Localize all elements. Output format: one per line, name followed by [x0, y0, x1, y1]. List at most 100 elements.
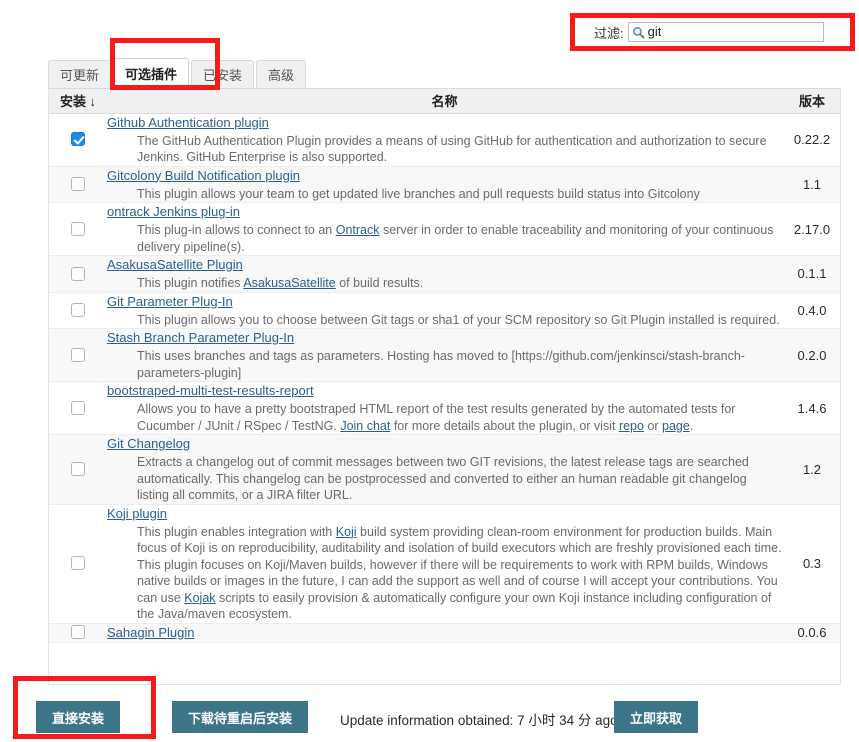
- column-header-name[interactable]: 名称: [107, 89, 782, 114]
- table-row[interactable]: Sahagin Plugin 0.0.6: [49, 623, 840, 643]
- description-text: .: [689, 418, 694, 433]
- install-checkbox[interactable]: [71, 556, 85, 571]
- plugin-description: This plugin notifies AsakusaSatellite of…: [107, 275, 782, 292]
- tab-available[interactable]: 可选插件: [113, 58, 190, 88]
- plugin-version: 0.2.0: [782, 328, 840, 382]
- plugin-description: The GitHub Authentication Plugin provide…: [107, 133, 782, 166]
- plugin-title-link[interactable]: ontrack Jenkins plug-in: [107, 204, 240, 219]
- install-checkbox[interactable]: [71, 625, 85, 640]
- plugin-title-link[interactable]: Sahagin Plugin: [107, 625, 194, 640]
- search-input[interactable]: git: [627, 22, 824, 42]
- update-status-text: Update information obtained: 7 小时 34 分 a…: [340, 713, 618, 728]
- table-row[interactable]: ontrack Jenkins plug-in This plug-in allo…: [49, 202, 840, 256]
- column-header-version[interactable]: 版本: [782, 89, 840, 114]
- plugin-name-cell: Gitcolony Build Notification plugin This …: [107, 166, 782, 203]
- filter-area: 过滤: git: [594, 22, 824, 42]
- tab-installed[interactable]: 已安装: [191, 60, 255, 88]
- plugin-manager-page: 过滤: git 可更新 可选插件 已安装 高级 安装 ↓ 名称 版本 Githu…: [0, 0, 859, 742]
- plugin-version: 1.4.6: [782, 381, 840, 435]
- tab-updates[interactable]: 可更新: [48, 60, 112, 88]
- install-checkbox-cell: [49, 255, 107, 293]
- plugin-name-cell: Git Parameter Plug-In This plugin allows …: [107, 292, 782, 329]
- install-checkbox[interactable]: [71, 221, 85, 236]
- table-row[interactable]: Koji plugin This plugin enables integrati…: [49, 504, 840, 624]
- install-checkbox[interactable]: [71, 347, 85, 362]
- plugin-table: 安装 ↓ 名称 版本 Github Authentication plugin T…: [49, 89, 840, 643]
- install-checkbox-cell: [49, 504, 107, 624]
- plugin-title-link[interactable]: Gitcolony Build Notification plugin: [107, 168, 300, 183]
- tab-advanced[interactable]: 高级: [256, 60, 307, 88]
- description-text: This plug-in allows to connect to an: [137, 223, 336, 237]
- description-text: This uses branches and tags as parameter…: [137, 349, 745, 380]
- description-text: for more details about the plugin, or vi…: [390, 418, 619, 433]
- search-icon: [632, 26, 645, 39]
- check-now-button[interactable]: 立即获取: [614, 701, 699, 733]
- install-checkbox-cell: [49, 292, 107, 329]
- plugin-table-container: 安装 ↓ 名称 版本 Github Authentication plugin T…: [48, 88, 841, 685]
- plugin-version: 0.3: [782, 504, 840, 624]
- description-link[interactable]: Ontrack: [336, 223, 380, 237]
- table-row[interactable]: Gitcolony Build Notification plugin This …: [49, 166, 840, 203]
- install-checkbox[interactable]: [71, 177, 85, 192]
- description-text: This plugin allows you to choose between…: [137, 312, 780, 327]
- plugin-title-link[interactable]: Git Changelog: [107, 436, 190, 451]
- plugin-title-link[interactable]: Stash Branch Parameter Plug-In: [107, 330, 294, 345]
- install-checkbox[interactable]: [71, 303, 85, 318]
- plugin-description: This uses branches and tags as parameter…: [107, 348, 782, 381]
- table-header-row: 安装 ↓ 名称 版本: [49, 89, 840, 114]
- table-row[interactable]: Github Authentication plugin The GitHub A…: [49, 113, 840, 167]
- plugin-version: 1.2: [782, 434, 840, 505]
- plugin-version: 0.1.1: [782, 255, 840, 293]
- plugin-name-cell: Git Changelog Extracts a changelog out of…: [107, 434, 782, 505]
- install-checkbox[interactable]: [71, 400, 85, 415]
- plugin-name-cell: bootstraped-multi-test-results-report All…: [107, 381, 782, 435]
- table-row[interactable]: Git Parameter Plug-In This plugin allows …: [49, 292, 840, 329]
- column-header-install[interactable]: 安装 ↓: [49, 89, 107, 114]
- install-checkbox[interactable]: [71, 266, 85, 281]
- filter-label: 过滤:: [594, 25, 624, 41]
- plugin-description: Allows you to have a pretty bootstraped …: [107, 401, 782, 434]
- description-text: This plugin enables integration with: [137, 524, 336, 539]
- plugin-description: This plugin enables integration with Koj…: [107, 524, 782, 623]
- description-text: or: [643, 418, 663, 433]
- plugin-description: Extracts a changelog out of commit messa…: [107, 454, 782, 504]
- description-link[interactable]: AsakusaSatellite: [243, 276, 335, 290]
- plugin-name-cell: Github Authentication plugin The GitHub A…: [107, 113, 782, 167]
- table-row[interactable]: Git Changelog Extracts a changelog out of…: [49, 434, 840, 505]
- plugin-table-body: Github Authentication plugin The GitHub A…: [49, 113, 840, 643]
- table-row[interactable]: bootstraped-multi-test-results-report All…: [49, 381, 840, 435]
- install-checkbox[interactable]: [71, 132, 85, 147]
- install-checkbox-cell: [49, 166, 107, 203]
- table-row[interactable]: AsakusaSatellite Plugin This plugin notif…: [49, 255, 840, 293]
- description-link[interactable]: page: [662, 419, 690, 433]
- plugin-title-link[interactable]: Koji plugin: [107, 506, 167, 521]
- plugin-title-link[interactable]: Git Parameter Plug-In: [107, 294, 233, 309]
- description-link[interactable]: repo: [619, 419, 644, 433]
- description-link[interactable]: Join chat: [340, 419, 390, 433]
- description-link[interactable]: Kojak: [184, 591, 215, 605]
- description-text: This plugin notifies: [137, 276, 244, 290]
- install-checkbox-cell: [49, 202, 107, 256]
- plugin-name-cell: Sahagin Plugin: [107, 623, 782, 643]
- table-row[interactable]: Stash Branch Parameter Plug-In This uses …: [49, 328, 840, 382]
- plugin-description: This plug-in allows to connect to an Ont…: [107, 222, 782, 255]
- install-checkbox-cell: [49, 623, 107, 643]
- install-checkbox-cell: [49, 113, 107, 167]
- description-text: The GitHub Authentication Plugin provide…: [137, 133, 767, 165]
- plugin-title-link[interactable]: AsakusaSatellite Plugin: [107, 257, 243, 272]
- plugin-version: 0.22.2: [782, 113, 840, 167]
- plugin-description: This plugin allows you to choose between…: [107, 312, 782, 329]
- install-now-button[interactable]: 直接安装: [36, 701, 121, 733]
- install-checkbox-cell: [49, 381, 107, 435]
- plugin-table-head: 安装 ↓ 名称 版本: [49, 89, 840, 114]
- plugin-name-cell: Koji plugin This plugin enables integrati…: [107, 504, 782, 624]
- description-link[interactable]: Koji: [336, 525, 357, 539]
- plugin-title-link[interactable]: bootstraped-multi-test-results-report: [107, 383, 314, 398]
- install-checkbox[interactable]: [71, 462, 85, 477]
- plugin-version: 1.1: [782, 166, 840, 203]
- plugin-title-link[interactable]: Github Authentication plugin: [107, 115, 269, 130]
- plugin-version: 0.0.6: [782, 623, 840, 643]
- download-install-after-restart-button[interactable]: 下载待重启后安装: [172, 701, 309, 733]
- install-checkbox-cell: [49, 434, 107, 505]
- plugin-version: 2.17.0: [782, 202, 840, 256]
